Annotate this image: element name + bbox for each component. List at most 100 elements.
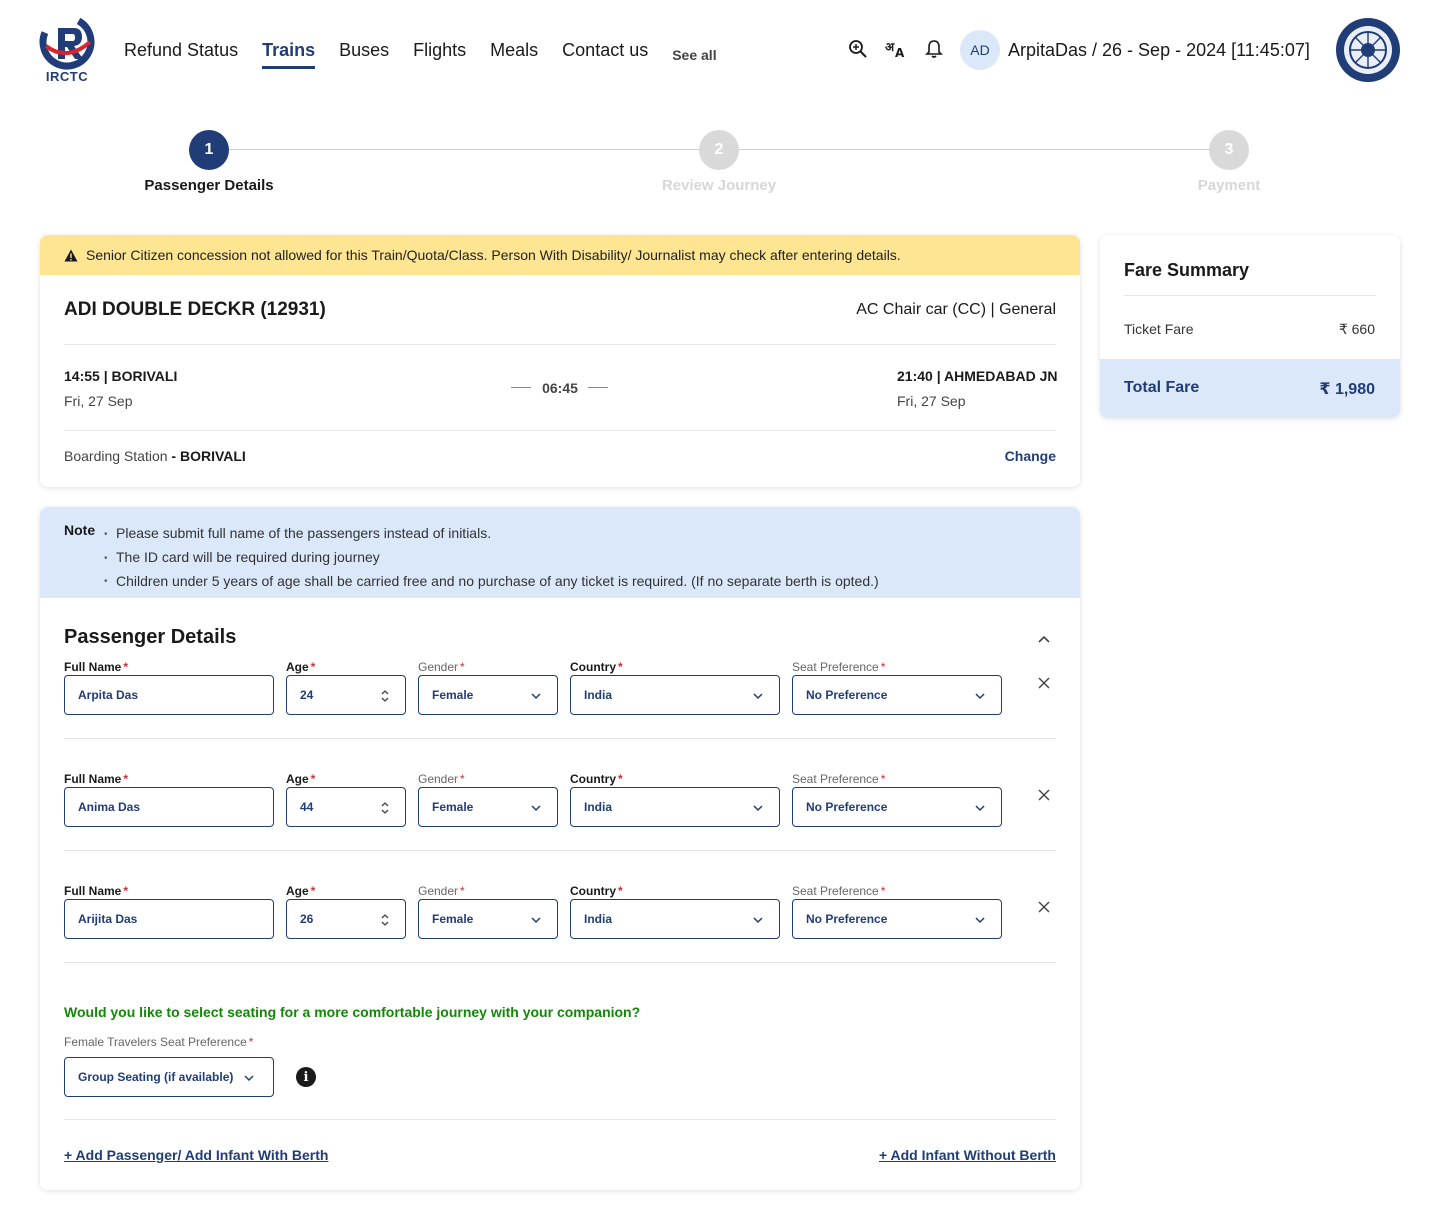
country-select-value: India — [584, 688, 613, 702]
avatar[interactable]: AD — [960, 30, 1000, 70]
nav-meals[interactable]: Meals — [490, 38, 538, 62]
age-input[interactable]: 44 — [286, 787, 406, 827]
chevron-up-icon[interactable] — [1034, 629, 1054, 649]
journey-card: Senior Citizen concession not allowed fo… — [40, 235, 1080, 487]
gender-label: Gender * — [418, 884, 465, 898]
field-label-text: Gender — [418, 884, 459, 898]
required-mark: * — [123, 884, 129, 898]
required-mark: * — [248, 1035, 254, 1049]
gender-select[interactable]: Female — [418, 675, 558, 715]
age-input[interactable]: 26 — [286, 899, 406, 939]
full-name-input[interactable]: Arpita Das — [64, 675, 274, 715]
add-infant-link[interactable]: + Add Infant Without Berth — [879, 1147, 1056, 1163]
total-fare-value: ₹ 1,980 — [1319, 381, 1375, 398]
change-boarding-link[interactable]: Change — [1005, 448, 1056, 464]
nav-refund-status[interactable]: Refund Status — [124, 38, 238, 62]
seat-preference-select-value: No Preference — [806, 912, 888, 926]
required-mark: * — [618, 884, 623, 898]
stepper-arrows-icon[interactable] — [379, 689, 391, 703]
female-seat-pref-label-text: Female Travelers Seat Preference — [64, 1035, 247, 1049]
zoom-in-icon[interactable] — [847, 38, 869, 60]
country-label: Country * — [570, 660, 623, 674]
step-3-label: Payment — [1197, 177, 1261, 194]
total-fare-label: Total Fare — [1124, 379, 1200, 396]
gender-select[interactable]: Female — [418, 787, 558, 827]
step-1-label: Passenger Details — [144, 177, 274, 194]
seat-preference-select-value: No Preference — [806, 688, 888, 702]
field-label-text: Full Name — [64, 660, 122, 674]
note-item: Please submit full name of the passenger… — [104, 522, 879, 546]
logo-text: IRCTC — [45, 69, 89, 84]
nav-see-all[interactable]: See all — [672, 43, 716, 67]
remove-passenger-button[interactable] — [1037, 900, 1051, 914]
required-mark: * — [880, 884, 886, 898]
gender-select-value: Female — [432, 912, 474, 926]
full-name-input-value: Arijita Das — [78, 912, 138, 926]
departure-date: Fri, 27 Sep — [64, 393, 133, 409]
step-1-circle: 1 — [189, 130, 229, 170]
age-input[interactable]: 24 — [286, 675, 406, 715]
country-select[interactable]: India — [570, 787, 780, 827]
departure-time: 14:55 | BORIVALI — [64, 368, 178, 384]
female-seat-pref-select[interactable]: Group Seating (if available) — [64, 1057, 274, 1097]
full-name-input[interactable]: Arijita Das — [64, 899, 274, 939]
divider — [64, 738, 1056, 739]
seat-preference-select[interactable]: No Preference — [792, 899, 1002, 939]
total-fare-box: Total Fare ₹ 1,980 — [1100, 359, 1400, 418]
country-label: Country * — [570, 884, 623, 898]
step-2-circle: 2 — [699, 130, 739, 170]
remove-passenger-button[interactable] — [1037, 788, 1051, 802]
full-name-label: Full Name * — [64, 884, 128, 898]
country-select[interactable]: India — [570, 675, 780, 715]
header: IRCTC Refund Status Trains Buses Flights… — [0, 0, 1440, 100]
field-label-text: Country — [570, 772, 616, 786]
concession-alert: Senior Citizen concession not allowed fo… — [40, 235, 1080, 275]
bell-icon[interactable] — [923, 38, 945, 60]
gender-label: Gender * — [418, 660, 465, 674]
translate-icon[interactable]: अA — [885, 38, 907, 60]
step-2-label: Review Journey — [661, 177, 777, 194]
alert-text: Senior Citizen concession not allowed fo… — [86, 247, 901, 263]
boarding-station: Boarding Station - BORIVALI — [64, 448, 246, 464]
fare-summary-title: Fare Summary — [1124, 260, 1250, 280]
stepper-arrows-icon[interactable] — [379, 913, 391, 927]
seat-preference-select-value: No Preference — [806, 800, 888, 814]
seat-preference-select[interactable]: No Preference — [792, 787, 1002, 827]
nav-trains[interactable]: Trains — [262, 38, 316, 69]
add-passenger-link[interactable]: + Add Passenger/ Add Infant With Berth — [64, 1147, 328, 1163]
divider — [64, 850, 1056, 851]
remove-passenger-button[interactable] — [1037, 676, 1051, 690]
svg-text:अ: अ — [885, 40, 895, 54]
irctc-logo[interactable]: IRCTC — [38, 14, 98, 86]
note-item: The ID card will be required during jour… — [104, 546, 879, 570]
boarding-station-name: - BORIVALI — [171, 448, 246, 464]
chevron-down-icon — [753, 693, 763, 700]
note-box: Note Please submit full name of the pass… — [40, 507, 1080, 598]
fare-summary-card: Fare Summary Ticket Fare ₹ 660 Total Far… — [1100, 235, 1400, 418]
gender-select-value: Female — [432, 688, 474, 702]
nav-buses[interactable]: Buses — [339, 38, 389, 62]
field-label-text: Age — [286, 660, 309, 674]
stepper-arrows-icon[interactable] — [379, 801, 391, 815]
country-select[interactable]: India — [570, 899, 780, 939]
required-mark: * — [618, 772, 623, 786]
nav-contact-us[interactable]: Contact us — [562, 38, 648, 62]
required-mark: * — [123, 660, 129, 674]
warning-icon — [64, 249, 78, 261]
divider — [64, 430, 1056, 431]
info-icon[interactable]: i — [296, 1067, 316, 1087]
seat-preference-select[interactable]: No Preference — [792, 675, 1002, 715]
required-mark: * — [310, 884, 316, 898]
full-name-input-value: Arpita Das — [78, 688, 139, 702]
close-icon — [1038, 677, 1050, 689]
ticket-fare-label: Ticket Fare — [1124, 321, 1194, 337]
divider — [64, 344, 1056, 345]
user-info: ArpitaDas / 26 - Sep - 2024 [11:45:07] — [1008, 40, 1310, 60]
gender-select[interactable]: Female — [418, 899, 558, 939]
full-name-input-value: Anima Das — [78, 800, 141, 814]
age-label: Age * — [286, 884, 315, 898]
chevron-down-icon — [975, 917, 985, 924]
divider — [64, 1119, 1056, 1120]
full-name-input[interactable]: Anima Das — [64, 787, 274, 827]
nav-flights[interactable]: Flights — [413, 38, 466, 62]
